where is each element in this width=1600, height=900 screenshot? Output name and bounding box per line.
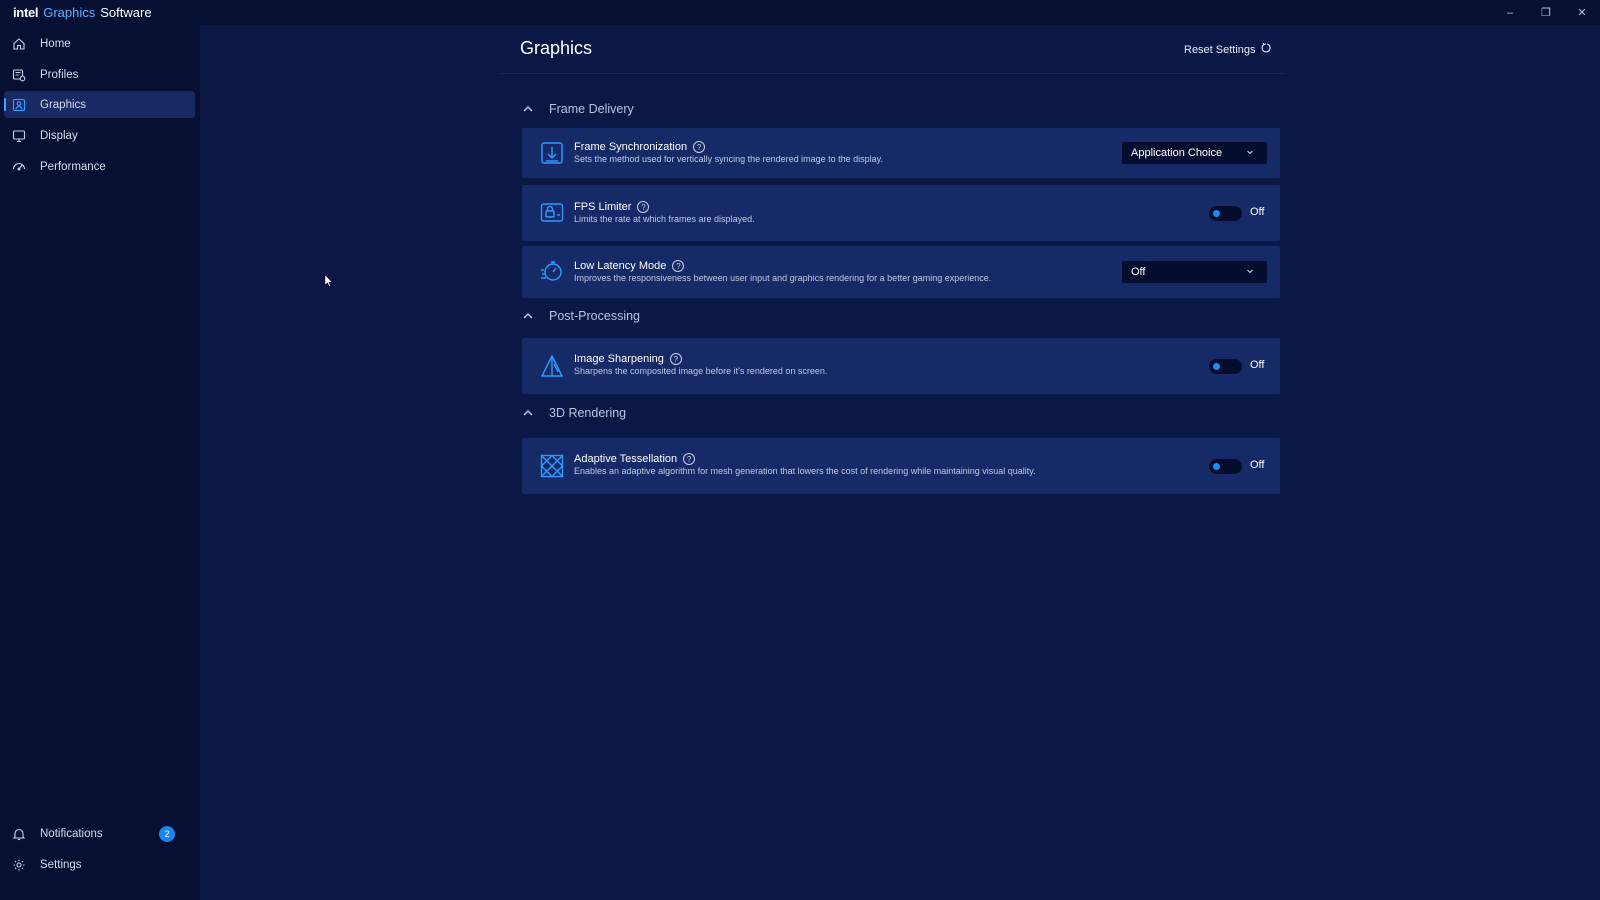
- window-controls: – ❐ ✕: [1492, 0, 1600, 25]
- chevron-up-icon: [523, 410, 533, 416]
- profiles-icon: [12, 68, 26, 82]
- brand-software: Software: [100, 5, 152, 20]
- low-latency-dropdown[interactable]: Off: [1122, 261, 1267, 283]
- gear-icon: [12, 858, 26, 872]
- sidebar-item-notifications[interactable]: Notifications 2: [4, 820, 195, 847]
- performance-icon: [12, 160, 26, 174]
- home-icon: [12, 37, 26, 51]
- toggle-state-label: Off: [1250, 459, 1265, 471]
- fps-lock-icon: [540, 201, 564, 225]
- mouse-cursor-icon: [325, 275, 333, 287]
- app-brand: intel Graphics Software: [13, 5, 152, 20]
- header-divider: [500, 73, 1285, 74]
- reset-icon: [1261, 42, 1273, 57]
- toggle-state-label: Off: [1250, 206, 1265, 218]
- help-icon[interactable]: ?: [669, 353, 682, 365]
- chevron-down-icon: [1247, 269, 1253, 274]
- stopwatch-icon: [540, 259, 564, 283]
- brand-graphics: Graphics: [43, 5, 96, 20]
- help-icon[interactable]: ?: [693, 141, 706, 153]
- sidebar-item-label: Display: [40, 129, 78, 142]
- sidebar-item-home[interactable]: Home: [4, 30, 195, 57]
- setting-description: Sharpens the composited image before it'…: [574, 366, 828, 376]
- reset-settings-label: Reset Settings: [1184, 43, 1256, 56]
- main-content: Graphics Reset Settings Frame Delivery F…: [200, 25, 1600, 900]
- section-3d-rendering[interactable]: 3D Rendering: [522, 406, 626, 420]
- setting-description: Enables an adaptive algorithm for mesh g…: [574, 466, 1036, 476]
- setting-title: Frame Synchronization ?: [574, 141, 706, 153]
- page-title: Graphics: [520, 38, 593, 58]
- toggle-state-label: Off: [1250, 359, 1265, 371]
- frame-sync-dropdown[interactable]: Application Choice: [1122, 142, 1267, 164]
- graphics-icon: [12, 98, 26, 112]
- image-sharpening-toggle[interactable]: [1209, 359, 1242, 374]
- fps-limiter-title: FPS Limiter: [574, 201, 632, 213]
- adaptive-tessellation-card: Adaptive Tessellation ? Enables an adapt…: [522, 438, 1280, 494]
- low-latency-title: Low Latency Mode: [574, 260, 667, 272]
- sidebar-item-performance[interactable]: Performance: [4, 153, 195, 180]
- fps-limiter-card: FPS Limiter ? Limits the rate at which f…: [522, 185, 1280, 241]
- minimize-button[interactable]: –: [1492, 0, 1528, 25]
- setting-title: Low Latency Mode ?: [574, 260, 685, 272]
- image-sharpening-title: Image Sharpening: [574, 353, 664, 365]
- adaptive-tessellation-toggle[interactable]: [1209, 459, 1242, 474]
- frame-sync-icon: [540, 141, 564, 165]
- close-button[interactable]: ✕: [1564, 0, 1600, 25]
- notification-count-badge: 2: [159, 825, 175, 842]
- sidebar-item-label: Notifications: [40, 827, 103, 840]
- sidebar-item-display[interactable]: Display: [4, 122, 195, 149]
- fps-limiter-toggle[interactable]: [1209, 206, 1242, 221]
- sidebar-item-label: Home: [40, 37, 71, 50]
- adaptive-tessellation-title: Adaptive Tessellation: [574, 453, 678, 465]
- sidebar: Home Profiles Graphics Display Performan…: [0, 25, 200, 900]
- section-title: Frame Delivery: [549, 102, 634, 116]
- bell-icon: [12, 827, 26, 841]
- help-icon[interactable]: ?: [683, 453, 696, 465]
- title-bar: intel Graphics Software – ❐ ✕: [0, 0, 1600, 25]
- dropdown-value: Application Choice: [1131, 147, 1223, 159]
- chevron-down-icon: [1247, 150, 1253, 155]
- help-icon[interactable]: ?: [637, 201, 650, 213]
- setting-title: FPS Limiter ?: [574, 201, 650, 213]
- sidebar-item-profiles[interactable]: Profiles: [4, 61, 195, 88]
- help-icon[interactable]: ?: [672, 260, 685, 272]
- setting-title: Image Sharpening ?: [574, 353, 682, 365]
- sharpening-icon: [540, 354, 564, 378]
- sidebar-item-label: Settings: [40, 858, 82, 871]
- sidebar-item-label: Profiles: [40, 68, 79, 81]
- section-post-processing[interactable]: Post-Processing: [522, 309, 640, 323]
- restore-button[interactable]: ❐: [1528, 0, 1564, 25]
- frame-synchronization-card: Frame Synchronization ? Sets the method …: [522, 128, 1280, 178]
- setting-description: Improves the responsiveness between user…: [574, 273, 992, 283]
- sidebar-item-label: Performance: [40, 160, 106, 173]
- frame-sync-title: Frame Synchronization: [574, 141, 688, 153]
- image-sharpening-card: Image Sharpening ? Sharpens the composit…: [522, 338, 1280, 394]
- sidebar-item-label: Graphics: [40, 98, 87, 111]
- reset-settings-button[interactable]: Reset Settings: [1184, 42, 1273, 57]
- section-title: 3D Rendering: [549, 406, 627, 420]
- sidebar-item-graphics[interactable]: Graphics: [4, 91, 195, 118]
- sidebar-item-settings[interactable]: Settings: [4, 851, 195, 878]
- chevron-up-icon: [523, 313, 533, 319]
- setting-description: Limits the rate at which frames are disp…: [574, 214, 755, 224]
- setting-description: Sets the method used for vertically sync…: [574, 154, 884, 164]
- low-latency-mode-card: Low Latency Mode ? Improves the responsi…: [522, 246, 1280, 298]
- chevron-up-icon: [523, 106, 533, 112]
- tessellation-icon: [540, 454, 564, 478]
- dropdown-value: Off: [1131, 266, 1146, 278]
- display-icon: [12, 129, 26, 143]
- brand-intel: intel: [13, 5, 39, 20]
- setting-title: Adaptive Tessellation ?: [574, 453, 696, 465]
- section-frame-delivery[interactable]: Frame Delivery: [522, 102, 634, 116]
- section-title: Post-Processing: [549, 309, 641, 323]
